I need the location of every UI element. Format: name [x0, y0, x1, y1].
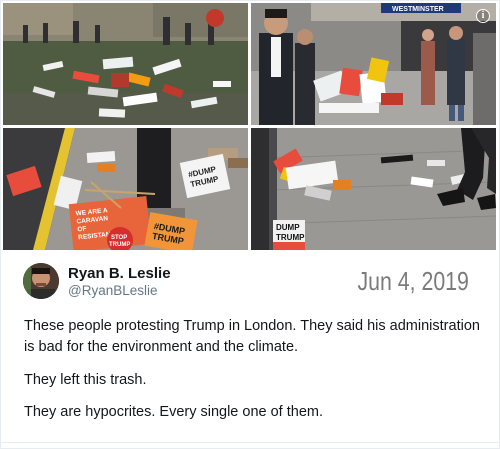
photo-station-entrance[interactable]: WESTMINSTER i — [251, 3, 496, 125]
photo-grid[interactable]: WESTMINSTER i WE ARE A CARAVAN OF RESIST… — [3, 3, 497, 250]
tweet-date: Jun 4, 2019 — [357, 266, 469, 296]
tweet-text: These people protesting Trump in London.… — [24, 316, 484, 434]
svg-text:STOP: STOP — [111, 235, 127, 241]
display-name[interactable]: Ryan B. Leslie — [68, 265, 171, 282]
photo-pavement-pedestrian[interactable]: DUMP TRUMP — [251, 128, 496, 250]
station-sign: WESTMINSTER — [392, 6, 444, 13]
svg-text:TRUMP: TRUMP — [109, 242, 130, 248]
divider — [1, 442, 500, 443]
svg-text:OF: OF — [77, 226, 87, 234]
tweet-paragraph: They are hypocrites. Every single one of… — [24, 404, 324, 420]
user-handle[interactable]: @RyanBLeslie — [68, 283, 158, 298]
tweet-paragraph: They left this trash. — [24, 372, 147, 388]
tweet-header: Ryan B. Leslie @RyanBLeslie Jun 4, 2019 — [23, 263, 483, 303]
photo-street-trash[interactable] — [3, 3, 248, 125]
svg-text:DUMP: DUMP — [276, 223, 300, 232]
info-icon[interactable]: i — [476, 9, 490, 23]
svg-text:TRUMP: TRUMP — [276, 233, 305, 242]
photo-curb-placards[interactable]: WE ARE A CARAVAN OF RESISTANCE STOP TRUM… — [3, 128, 248, 250]
tweet-card[interactable]: WESTMINSTER i WE ARE A CARAVAN OF RESIST… — [0, 0, 500, 449]
avatar[interactable] — [23, 263, 59, 299]
tweet-paragraph: These people protesting Trump in London.… — [24, 318, 480, 355]
